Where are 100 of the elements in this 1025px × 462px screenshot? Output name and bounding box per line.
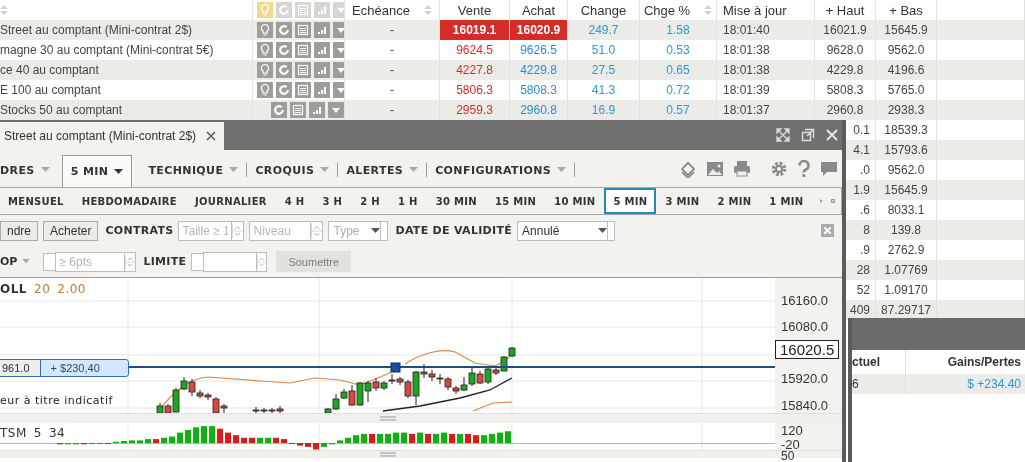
period-tab[interactable]: 3 H [313, 188, 352, 214]
popout-icon[interactable] [801, 128, 815, 142]
layers-icon[interactable] [679, 159, 697, 178]
refresh-icon[interactable] [276, 2, 292, 18]
order-marker-icon[interactable] [390, 362, 401, 373]
list-icon[interactable] [290, 102, 306, 118]
expand-icon[interactable] [776, 128, 790, 142]
list-icon[interactable] [295, 22, 311, 38]
bulb-icon[interactable] [257, 22, 273, 38]
update-time-cell: 18:01:38 [723, 43, 770, 57]
period-tab[interactable]: 1 MIN [760, 188, 813, 214]
instrument-name[interactable]: E 100 au comptant [0, 83, 101, 97]
sell-price-cell[interactable]: 16019.1 [440, 20, 510, 40]
refresh-icon[interactable] [276, 62, 292, 78]
chart-icon[interactable] [314, 42, 330, 58]
refresh-icon[interactable] [271, 102, 287, 118]
axis-label: 15840.0 [781, 398, 828, 414]
column-header[interactable]: Change [580, 2, 627, 18]
current-price-label: 16020.5 [775, 340, 840, 359]
column-header[interactable]: Gains/Pertes [906, 350, 1025, 374]
chart-icon[interactable] [314, 82, 330, 98]
buy-price-cell[interactable]: 16020.9 [510, 20, 568, 40]
refresh-icon[interactable] [276, 22, 292, 38]
position-label[interactable]: 961.0 + $230,40 [0, 359, 129, 377]
column-header[interactable]: Achat [521, 2, 556, 18]
menu-tab[interactable]: TECHNIQUE [140, 163, 248, 177]
list-icon[interactable] [295, 42, 311, 58]
drag-handle-icon[interactable] [379, 416, 396, 421]
chart-icon[interactable] [314, 62, 330, 78]
drag-handle-icon[interactable] [379, 452, 396, 457]
column-header[interactable]: + Haut [825, 2, 865, 18]
change-cell: 41.3 [591, 83, 616, 97]
period-tab[interactable]: 10 MIN [545, 188, 605, 214]
column-header[interactable]: Mise à jour [723, 2, 787, 18]
limit-field[interactable] [203, 251, 257, 272]
period-tab[interactable]: 15 MIN [485, 188, 546, 214]
close-icon[interactable] [206, 131, 217, 141]
stepper-icon[interactable] [311, 220, 324, 241]
caret-icon [229, 167, 239, 173]
bulb-icon[interactable] [257, 62, 273, 78]
checkbox[interactable] [43, 252, 56, 271]
instrument-name[interactable]: Stocks 50 au comptant [0, 103, 123, 117]
refresh-icon[interactable] [276, 42, 292, 58]
bulb-icon[interactable] [257, 2, 273, 18]
menu-tab[interactable]: CONFIGURATIONS [427, 163, 576, 177]
checkbox[interactable] [191, 252, 204, 271]
comment-icon[interactable] [820, 160, 838, 177]
settings-icon[interactable] [770, 159, 788, 178]
size-field[interactable]: Taille ≥ 1 [178, 220, 233, 241]
change-percent-cell: 0.53 [666, 43, 690, 57]
stepper-icon[interactable] [125, 251, 137, 272]
chart-icon[interactable] [309, 102, 325, 118]
stop-dropdown[interactable]: OP [0, 255, 35, 268]
menu-tab[interactable]: CROQUIS [247, 163, 339, 177]
buy-button[interactable]: Acheter [43, 220, 99, 241]
help-icon[interactable] [797, 159, 811, 178]
column-header[interactable]: Echéance [352, 2, 410, 18]
period-tab[interactable]: 30 MIN [426, 188, 486, 214]
print-icon[interactable] [733, 160, 751, 177]
list-icon[interactable] [295, 2, 311, 18]
image-icon[interactable] [706, 160, 724, 177]
stop-field[interactable]: ≥ 6pts [55, 251, 126, 272]
high-cell: 16021.9 [823, 23, 867, 37]
period-tab[interactable]: JOURNALIER [186, 188, 276, 214]
bulb-icon[interactable] [257, 42, 273, 58]
level-field[interactable]: Niveau [249, 220, 312, 241]
chart-icon[interactable] [314, 22, 330, 38]
period-tab[interactable]: 1 H [388, 188, 427, 214]
period-tab[interactable]: MENSUEL [0, 188, 73, 214]
period-tab[interactable]: 2 MIN [708, 188, 761, 214]
refresh-icon[interactable] [276, 82, 292, 98]
list-icon[interactable] [295, 62, 311, 78]
period-tab[interactable]: 5 MIN [604, 188, 657, 214]
column-header[interactable]: + Bas [889, 2, 923, 18]
menu-tab[interactable]: DRES [0, 163, 58, 177]
stepper-icon[interactable] [232, 220, 245, 241]
column-header[interactable]: Vente [457, 2, 492, 18]
low-cell: 8033.1 [887, 203, 925, 217]
period-tab[interactable]: HEBDOMADAIRE [72, 188, 186, 214]
menu-tab[interactable]: 5 MIN [61, 155, 133, 187]
period-tab[interactable]: 3 MIN [656, 188, 709, 214]
stepper-icon[interactable] [257, 251, 268, 272]
instrument-name[interactable]: magne 30 au comptant (Mini-contrat 5€) [0, 43, 214, 57]
sort-icon[interactable] [704, 4, 713, 16]
dropdown-icon[interactable] [328, 102, 344, 118]
sell-button[interactable]: ndre [0, 220, 39, 241]
period-tab[interactable]: 2 H [351, 188, 389, 214]
period-tab[interactable]: 4 H [275, 188, 314, 214]
low-cell: 15793.6 [884, 143, 928, 157]
menu-tab[interactable]: ALERTES [338, 163, 428, 177]
window-tab[interactable]: Street au comptant (Mini-contrat 2$) [0, 122, 225, 150]
list-icon[interactable] [295, 82, 311, 98]
instrument-name[interactable]: Street au comptant (Mini-contrat 2$) [0, 23, 193, 37]
sort-icon[interactable] [0, 4, 8, 16]
sort-icon[interactable] [423, 4, 432, 16]
chart-icon[interactable] [314, 2, 330, 18]
bulb-icon[interactable] [257, 82, 273, 98]
validity-select[interactable]: Annulé [517, 220, 616, 241]
instrument-name[interactable]: ce 40 au comptant [0, 63, 99, 77]
column-header[interactable]: Chge % [643, 2, 691, 18]
